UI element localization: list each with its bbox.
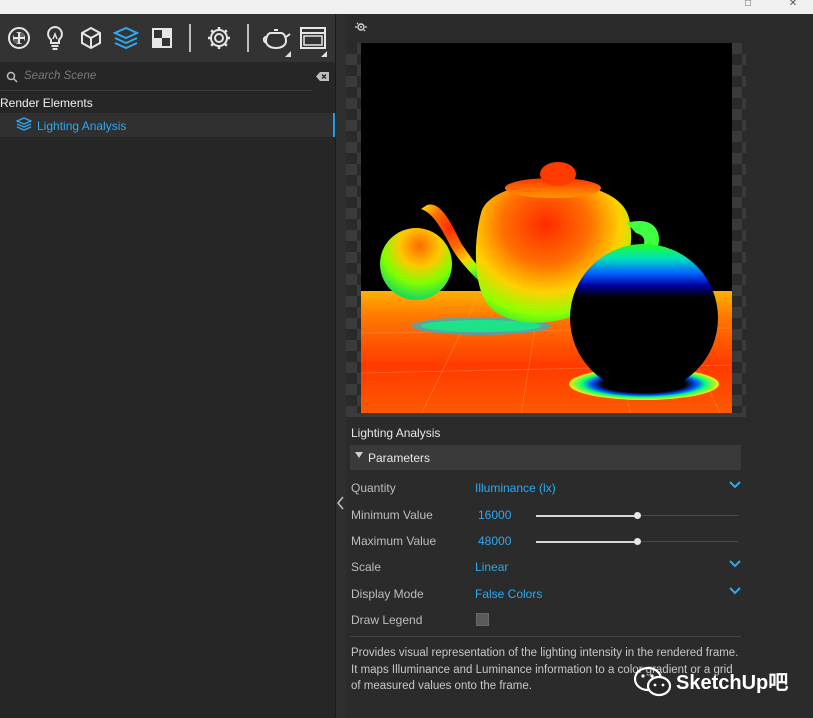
viewport-bottom-bar xyxy=(346,413,746,417)
quantity-row: Quantity Illuminance (lx) xyxy=(351,479,741,499)
layers-icon xyxy=(16,117,32,131)
dropdown-corner-icon xyxy=(285,51,291,57)
parameters-section-header[interactable]: Parameters xyxy=(350,445,741,470)
lights-icon[interactable] xyxy=(39,14,71,62)
section-label: Parameters xyxy=(368,451,431,465)
settings-icon[interactable] xyxy=(203,14,235,62)
toolbar-divider xyxy=(247,24,249,52)
chevron-down-icon[interactable] xyxy=(729,560,741,568)
preview-options-icon[interactable] xyxy=(354,21,368,33)
maximum-value-label: Maximum Value xyxy=(351,534,437,548)
maximize-button[interactable]: □ xyxy=(728,0,768,14)
render-preview xyxy=(346,43,746,415)
maximum-value-field[interactable]: 48000 xyxy=(478,534,511,548)
tree-category-render-elements[interactable]: Render Elements xyxy=(0,96,93,110)
render-teapot-icon[interactable] xyxy=(261,14,293,62)
slider-fill xyxy=(536,540,637,543)
chevron-down-icon[interactable] xyxy=(729,481,741,489)
minimum-value-label: Minimum Value xyxy=(351,508,433,522)
watermark: SketchUp吧 xyxy=(634,664,813,700)
search-underline xyxy=(0,90,312,91)
display-mode-row: Display Mode False Colors xyxy=(351,585,741,605)
minimum-value-row: Minimum Value 16000 xyxy=(351,506,741,526)
clear-search-icon[interactable] xyxy=(316,72,329,81)
display-mode-label: Display Mode xyxy=(351,587,424,601)
maximum-value-row: Maximum Value 48000 xyxy=(351,532,741,552)
minimum-value-slider[interactable] xyxy=(536,512,738,519)
search-input[interactable]: Search Scene xyxy=(24,70,96,82)
quantity-dropdown[interactable]: Illuminance (lx) xyxy=(475,481,556,495)
slider-handle[interactable] xyxy=(634,538,641,545)
scale-row: Scale Linear xyxy=(351,558,741,578)
layers-icon[interactable] xyxy=(110,14,142,62)
display-mode-dropdown[interactable]: False Colors xyxy=(475,587,542,601)
main-toolbar xyxy=(0,14,335,62)
scale-label: Scale xyxy=(351,560,382,574)
toolbar-divider xyxy=(189,24,191,52)
properties-panel: Lighting Analysis Parameters Quantity Il… xyxy=(346,14,813,718)
render-image xyxy=(361,43,732,415)
slider-handle[interactable] xyxy=(634,512,641,519)
materials-icon[interactable] xyxy=(3,14,35,62)
search-icon xyxy=(6,71,18,83)
window-titlebar: □ ✕ xyxy=(0,0,813,14)
watermark-text: SketchUp吧 xyxy=(676,672,789,694)
tree-item-label: Lighting Analysis xyxy=(37,119,127,133)
description-divider xyxy=(350,636,741,637)
dropdown-corner-icon xyxy=(321,51,327,57)
textures-icon[interactable] xyxy=(146,14,178,62)
tree-item-lighting-analysis[interactable]: Lighting Analysis xyxy=(0,113,335,137)
maximum-value-slider[interactable] xyxy=(536,538,738,545)
draw-legend-row: Draw Legend xyxy=(351,611,741,631)
properties-title: Lighting Analysis xyxy=(351,426,441,440)
chevron-down-icon[interactable] xyxy=(729,587,741,595)
frame-buffer-icon[interactable] xyxy=(297,14,329,62)
scene-tree-panel: Search Scene Render Elements Lighting An… xyxy=(0,62,335,718)
collapse-triangle-icon[interactable] xyxy=(355,452,363,458)
slider-fill xyxy=(536,514,637,517)
chevron-left-icon[interactable] xyxy=(337,496,345,510)
quantity-label: Quantity xyxy=(351,481,396,495)
scale-dropdown[interactable]: Linear xyxy=(475,560,508,574)
minimum-value-field[interactable]: 16000 xyxy=(478,508,511,522)
close-button[interactable]: ✕ xyxy=(773,0,813,14)
search-bar[interactable]: Search Scene xyxy=(0,66,335,91)
viewport-toolbar xyxy=(346,14,813,42)
geometry-icon[interactable] xyxy=(75,14,107,62)
draw-legend-checkbox[interactable] xyxy=(476,613,489,626)
wechat-logo-icon xyxy=(634,666,672,697)
draw-legend-label: Draw Legend xyxy=(351,613,423,627)
